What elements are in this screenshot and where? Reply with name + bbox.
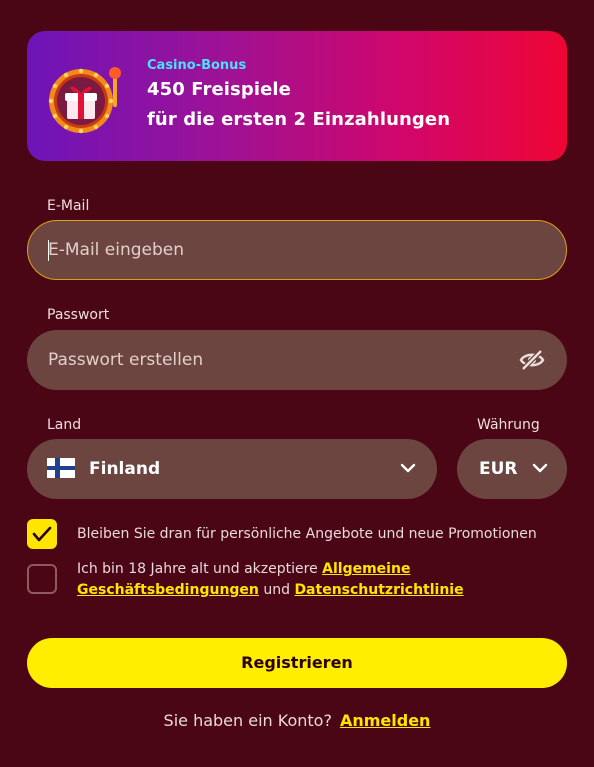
bonus-title: 450 Freispiele [147,79,291,100]
eye-off-icon[interactable] [519,347,545,373]
bonus-banner[interactable]: Casino-Bonus 450 Freispiele für die erst… [27,31,567,161]
login-link[interactable]: Anmelden [340,711,430,730]
login-row: Sie haben ein Konto? Anmelden [0,711,594,730]
currency-label: Währung [477,417,540,433]
currency-value: EUR [479,459,518,479]
slot-machine-gift-icon [48,67,121,134]
bonus-subtitle: für die ersten 2 Einzahlungen [147,109,451,130]
chevron-down-icon [532,463,548,473]
login-prompt: Sie haben ein Konto? [163,711,332,730]
country-value: Finland [89,459,161,479]
password-placeholder: Passwort erstellen [48,350,204,370]
promotions-text: Bleiben Sie dran für persönliche Angebot… [77,526,537,542]
bonus-label: Casino-Bonus [147,58,247,73]
terms-text: Ich bin 18 Jahre alt und akzeptiere Allg… [77,559,547,601]
chevron-down-icon [400,463,416,473]
currency-select[interactable]: EUR [457,439,567,499]
country-label: Land [47,417,82,433]
finland-flag-icon [47,458,75,478]
password-field[interactable]: Passwort erstellen [27,330,567,390]
terms-checkbox[interactable] [27,564,57,594]
privacy-link[interactable]: Datenschutzrichtlinie [294,582,463,598]
checkmark-icon [32,526,52,542]
country-select[interactable]: Finland [27,439,437,499]
register-button[interactable]: Registrieren [27,638,567,688]
email-field[interactable]: E-Mail eingeben [27,220,567,280]
email-placeholder: E-Mail eingeben [48,240,185,260]
password-label: Passwort [47,307,110,323]
terms-prefix: Ich bin 18 Jahre alt und akzeptiere [77,561,323,577]
terms-middle: und [258,582,295,598]
promotions-checkbox[interactable] [27,519,57,549]
email-label: E-Mail [47,198,90,214]
